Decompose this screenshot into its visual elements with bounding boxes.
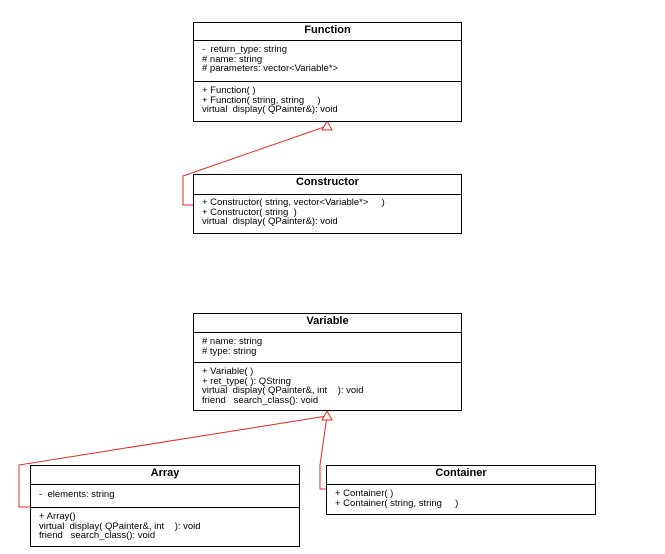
class-constructor-methods: + Constructor( string, vector<Variable*>…: [194, 195, 461, 229]
class-function-methods: + Function( ) + Function( string, string…: [194, 82, 461, 117]
class-function[interactable]: Function - return_type: string # name: s…: [193, 22, 462, 122]
class-function-attributes: - return_type: string # name: string # p…: [194, 41, 461, 82]
class-container[interactable]: Container + Container( ) + Container( st…: [326, 465, 596, 515]
class-container-methods: + Container( ) + Container( string, stri…: [327, 485, 595, 510]
method: friend search_class(): void: [39, 530, 156, 541]
attribute: # parameters: vector<Variable*>: [202, 63, 339, 74]
function-inheritance-arrowhead: [321, 119, 333, 131]
method: virtual display( QPainter&): void: [202, 104, 338, 115]
class-container-title: Container: [327, 466, 595, 485]
class-variable-attributes: # name: string # type: string: [194, 333, 461, 363]
class-function-title: Function: [194, 23, 461, 41]
class-array-attributes: - elements: string: [31, 485, 299, 508]
method: + Container( string, string ): [335, 497, 459, 509]
method: virtual display( QPainter&): void: [202, 216, 338, 227]
class-variable[interactable]: Variable # name: string # type: string +…: [193, 313, 462, 411]
attribute: # type: string: [202, 345, 257, 357]
variable-inheritance-arrowhead: [321, 409, 333, 421]
class-constructor-title: Constructor: [194, 175, 461, 195]
method: friend search_class(): void: [202, 394, 319, 406]
attribute: - elements: string: [39, 489, 115, 500]
class-variable-title: Variable: [194, 314, 461, 333]
class-constructor[interactable]: Constructor + Constructor( string, vecto…: [193, 174, 462, 234]
class-array-methods: + Array() virtual display( QPainter&, in…: [31, 508, 299, 543]
class-array[interactable]: Array - elements: string + Array() virtu…: [30, 465, 300, 547]
class-variable-methods: + Variable( ) + ret_type( ): QString vir…: [194, 363, 461, 407]
class-array-title: Array: [31, 466, 299, 485]
